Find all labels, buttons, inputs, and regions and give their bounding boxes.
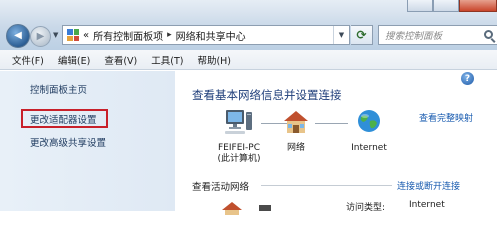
house-icon (222, 202, 242, 215)
access-type-label: 访问类型: (346, 203, 386, 213)
network-node-computer[interactable]: FEIFEI-PC (此计算机) (204, 108, 274, 165)
globe-icon (358, 110, 380, 132)
menu-tools[interactable]: 工具(T) (151, 53, 183, 67)
back-button[interactable]: ◀ (6, 24, 30, 48)
refresh-button[interactable]: ⟳ (351, 25, 373, 45)
address-bar[interactable]: « 所有控制面板项 ▸ 网络和共享中心 ▼ (62, 25, 350, 45)
menu-file[interactable]: 文件(F) (12, 53, 44, 67)
help-icon[interactable]: ? (461, 72, 474, 85)
minimize-button[interactable] (407, 0, 433, 12)
sidebar-item-control-panel-home[interactable]: 控制面板主页 (30, 82, 87, 96)
breadcrumb-control-panel[interactable]: 所有控制面板项 (93, 28, 163, 43)
arrow-right-icon: ▶ (36, 30, 45, 42)
refresh-icon: ⟳ (356, 28, 367, 42)
window-controls (407, 0, 497, 12)
search-placeholder: 搜索控制面板 (385, 31, 443, 42)
section-divider (261, 185, 392, 186)
view-full-map-link[interactable]: 查看完整映射 (419, 111, 473, 124)
internet-label: Internet (351, 143, 387, 153)
network-node-internet[interactable]: Internet (341, 108, 397, 154)
menu-view[interactable]: 查看(V) (104, 53, 137, 67)
forward-button[interactable]: ▶ (30, 26, 51, 47)
network-name: 网络 (286, 143, 305, 153)
main-content: ? 查看基本网络信息并设置连接 查看完整映射 FEIFEI-PC (此计算机) … (175, 71, 497, 215)
recent-pages-dropdown[interactable]: ▼ (53, 31, 58, 39)
active-networks-heading: 查看活动网络 (192, 182, 250, 193)
connect-disconnect-link[interactable]: 连接或断开连接 (397, 179, 460, 192)
sidebar: 控制面板主页 更改适配器设置 更改高级共享设置 (0, 71, 175, 211)
page-title: 查看基本网络信息并设置连接 (192, 88, 342, 102)
control-panel-icon (67, 29, 79, 41)
window-titlebar: ◀ ▶ ▼ « 所有控制面板项 ▸ 网络和共享中心 ▼ ⟳ 搜索控制面板 (0, 0, 497, 50)
house-icon (284, 111, 308, 133)
network-name-truncated (259, 205, 271, 211)
menu-help[interactable]: 帮助(H) (197, 53, 231, 67)
arrow-left-icon: ◀ (14, 30, 22, 41)
search-input[interactable]: 搜索控制面板 (378, 25, 497, 45)
access-type-value: Internet (409, 200, 445, 210)
search-icon[interactable] (484, 30, 493, 39)
computer-subtitle: (此计算机) (217, 154, 261, 164)
computer-name: FEIFEI-PC (218, 143, 260, 153)
sidebar-item-change-advanced-sharing[interactable]: 更改高级共享设置 (30, 135, 106, 149)
breadcrumb-network-center[interactable]: 网络和共享中心 (176, 28, 246, 43)
network-node-network[interactable]: 网络 (276, 108, 316, 154)
maximize-button[interactable] (433, 0, 459, 12)
address-overflow[interactable]: « (83, 30, 89, 41)
menu-bar: 文件(F) 编辑(E) 查看(V) 工具(T) 帮助(H) (0, 50, 497, 70)
address-dropdown[interactable]: ▼ (333, 26, 349, 44)
sidebar-item-change-adapter-settings[interactable]: 更改适配器设置 (30, 112, 97, 126)
breadcrumb-separator[interactable]: ▸ (167, 30, 172, 40)
close-button[interactable] (459, 0, 497, 12)
computer-icon (225, 110, 252, 134)
menu-edit[interactable]: 编辑(E) (58, 53, 90, 67)
